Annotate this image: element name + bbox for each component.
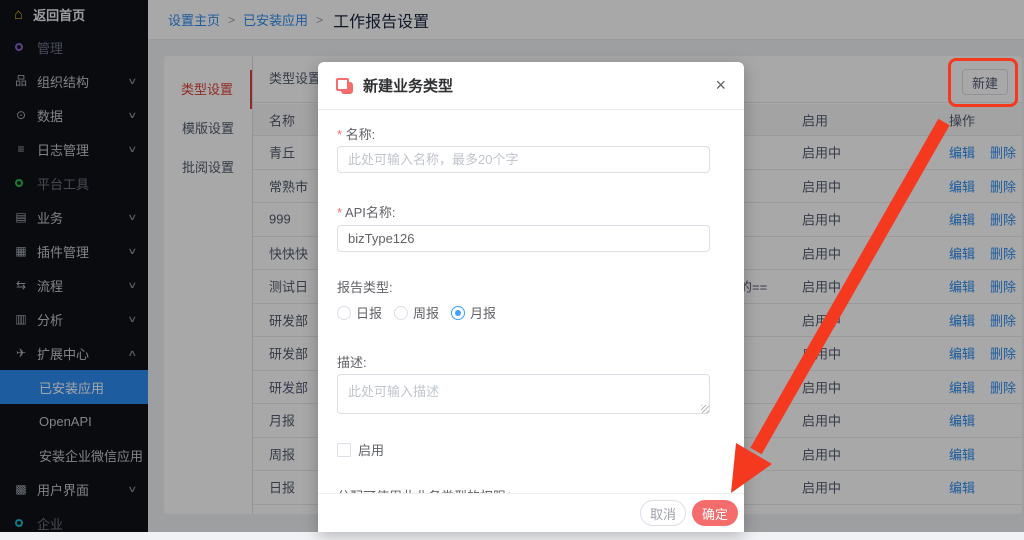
dialog-title: 新建业务类型 bbox=[363, 75, 453, 96]
dialog-footer: 取消 确定 bbox=[318, 493, 744, 532]
dialog-body: 名称: API名称: 报告类型: 日报 周报 月报 bbox=[318, 110, 744, 493]
copy-icon bbox=[336, 78, 353, 94]
enable-checkbox-row[interactable]: 启用 bbox=[337, 440, 384, 459]
radio-icon bbox=[337, 306, 351, 320]
report-type-label: 报告类型: bbox=[337, 277, 393, 296]
api-field-label: API名称: bbox=[337, 202, 396, 221]
name-field-label: 名称: bbox=[337, 124, 375, 143]
desc-field-label: 描述: bbox=[337, 352, 367, 371]
new-business-type-dialog: 新建业务类型 × 名称: API名称: 报告类型: 日报 周报 月报 bbox=[318, 62, 744, 532]
radio-icon bbox=[451, 306, 465, 320]
report-type-radio[interactable]: 日报 bbox=[337, 303, 382, 322]
confirm-button[interactable]: 确定 bbox=[692, 500, 738, 526]
desc-textarea[interactable] bbox=[337, 374, 710, 414]
name-input[interactable] bbox=[337, 146, 710, 173]
dialog-header: 新建业务类型 × bbox=[318, 62, 744, 110]
radio-icon bbox=[394, 306, 408, 320]
textarea-resize-handle[interactable] bbox=[701, 405, 709, 413]
close-icon[interactable]: × bbox=[711, 72, 730, 98]
checkbox-icon bbox=[337, 443, 351, 457]
radio-label: 周报 bbox=[413, 303, 439, 322]
api-name-input[interactable] bbox=[337, 225, 710, 252]
radio-label: 日报 bbox=[356, 303, 382, 322]
radio-label: 月报 bbox=[470, 303, 496, 322]
cancel-button[interactable]: 取消 bbox=[640, 500, 686, 526]
enable-checkbox-label: 启用 bbox=[358, 440, 384, 459]
report-type-radio[interactable]: 周报 bbox=[394, 303, 439, 322]
report-type-radio-group: 日报 周报 月报 bbox=[337, 303, 496, 322]
report-type-radio[interactable]: 月报 bbox=[451, 303, 496, 322]
